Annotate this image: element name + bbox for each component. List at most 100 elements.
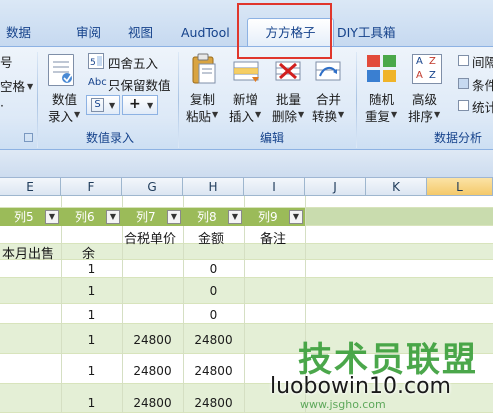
chevron-down-icon: ▼ [27, 82, 34, 91]
grid-line [244, 196, 245, 413]
left-cut-label-3: · [0, 98, 4, 113]
tab-view[interactable]: 视图 [128, 22, 153, 44]
watermark-site: www.jsgho.com [300, 398, 386, 411]
table-row [0, 244, 493, 260]
condition-button[interactable]: 条件 [472, 75, 493, 94]
random-label-2[interactable]: 重复 [365, 106, 390, 125]
chevron-down-icon: ▼ [109, 101, 116, 110]
cell-e-header[interactable]: 本月出售 [2, 243, 54, 262]
value-entry-icon[interactable] [48, 54, 74, 86]
group-label-value-entry: 数值录入 [85, 131, 134, 145]
svg-text:5: 5 [90, 58, 96, 68]
group-separator [37, 52, 38, 148]
cell-h-row3[interactable]: 0 [183, 308, 244, 322]
cell-g-row5[interactable]: 24800 [122, 364, 183, 378]
insert-label-2[interactable]: 插入 [229, 106, 254, 125]
keep-values-button[interactable]: 只保留数值 [108, 75, 171, 94]
filter-dropdown-icon[interactable]: ▼ [289, 210, 303, 224]
cell-f-header[interactable]: 余 [82, 243, 95, 262]
sort-letter-z2: Z [429, 70, 436, 81]
sort-letter-a2: A [416, 70, 423, 81]
tab-review[interactable]: 审阅 [76, 22, 101, 44]
highlight-box [237, 3, 332, 59]
filter-dropdown-icon[interactable]: ▼ [167, 210, 181, 224]
chevron-down-icon: ▼ [338, 110, 345, 119]
statistics-icon [458, 100, 469, 111]
column-header-j[interactable]: J [305, 178, 366, 196]
column-header-g[interactable]: G [122, 178, 183, 196]
column-header-e[interactable]: E [0, 178, 61, 196]
plus-icon: + [129, 96, 141, 112]
filter-dropdown-icon[interactable]: ▼ [228, 210, 242, 224]
cell-h-row4[interactable]: 24800 [183, 333, 244, 347]
grid-line [183, 196, 184, 413]
cell-h-row6[interactable]: 24800 [183, 396, 244, 410]
group-separator [356, 52, 357, 148]
table-row [0, 226, 493, 244]
cell-f-row6[interactable]: 1 [61, 396, 122, 410]
interval-icon [458, 55, 469, 66]
chevron-down-icon: ▼ [298, 110, 305, 119]
cell-f-row1[interactable]: 1 [61, 262, 122, 276]
delete-label-2[interactable]: 删除 [272, 106, 297, 125]
chevron-down-icon: ▼ [255, 110, 262, 119]
cell-f-row5[interactable]: 1 [61, 364, 122, 378]
cell-f-row4[interactable]: 1 [61, 333, 122, 347]
cell-h-header[interactable]: 金额 [198, 228, 224, 247]
group-separator [178, 52, 179, 148]
watermark-url: luobowin10.com [270, 374, 451, 399]
chevron-down-icon: ▼ [74, 110, 81, 119]
abc-icon: Abc [88, 77, 107, 88]
formula-bar-strip [0, 150, 493, 178]
grid-line [122, 196, 123, 413]
chevron-down-icon: ▼ [391, 110, 398, 119]
symbol-dropdown[interactable]: S ▼ [86, 95, 120, 115]
sort-label-2[interactable]: 排序 [408, 106, 433, 125]
condition-icon [458, 78, 469, 89]
column-header-k[interactable]: K [366, 178, 427, 196]
statistics-button[interactable]: 统计 [472, 97, 493, 116]
cell-g-row4[interactable]: 24800 [122, 333, 183, 347]
column-header-l[interactable]: L [427, 178, 493, 196]
cell-g-header[interactable]: 合税单价 [124, 228, 176, 247]
left-cut-label-2[interactable]: 空格 [0, 76, 25, 95]
delete-icon[interactable] [274, 58, 304, 84]
dialog-launcher-icon[interactable] [24, 133, 33, 142]
table-row [0, 196, 493, 208]
filter-dropdown-icon[interactable]: ▼ [106, 210, 120, 224]
round-icon: 5 [88, 53, 104, 69]
round-button[interactable]: 四舍五入 [108, 53, 158, 72]
column-header-h[interactable]: H [183, 178, 244, 196]
chevron-down-icon: ▼ [212, 110, 219, 119]
symbol-icon: S [91, 98, 104, 112]
grid-line [61, 196, 62, 413]
group-label-data-analysis: 数据分析 [433, 131, 482, 145]
filter-dropdown-icon[interactable]: ▼ [45, 210, 59, 224]
tab-audtool[interactable]: AudTool [181, 22, 230, 44]
random-icon[interactable] [366, 54, 398, 84]
cell-h-row2[interactable]: 0 [183, 284, 244, 298]
tab-data[interactable]: 数据 [6, 22, 31, 44]
sort-az-icon[interactable]: A Z A Z [412, 54, 442, 84]
copy-paste-label-2[interactable]: 粘贴 [186, 106, 211, 125]
cell-g-row6[interactable]: 24800 [122, 396, 183, 410]
group-label-edit: 编辑 [259, 131, 284, 145]
plus-dropdown[interactable]: + ▼ [122, 95, 158, 115]
chevron-down-icon: ▼ [434, 110, 441, 119]
insert-icon[interactable] [232, 58, 262, 84]
tab-diy-toolbox[interactable]: DIY工具箱 [337, 22, 395, 44]
merge-icon[interactable] [314, 58, 344, 84]
column-header-i[interactable]: I [244, 178, 305, 196]
sort-letter-a1: A [416, 56, 423, 67]
cell-i-header[interactable]: 备注 [260, 228, 286, 247]
copy-paste-icon[interactable] [190, 53, 218, 85]
left-cut-label-1[interactable]: 号 [0, 52, 13, 71]
column-header-f[interactable]: F [61, 178, 122, 196]
interval-button[interactable]: 间隔 [472, 52, 493, 71]
cell-f-row3[interactable]: 1 [61, 308, 122, 322]
merge-label-2[interactable]: 转换 [312, 106, 337, 125]
value-entry-label-2[interactable]: 录入 [48, 106, 73, 125]
cell-h-row5[interactable]: 24800 [183, 364, 244, 378]
cell-f-row2[interactable]: 1 [61, 284, 122, 298]
cell-h-row1[interactable]: 0 [183, 262, 244, 276]
